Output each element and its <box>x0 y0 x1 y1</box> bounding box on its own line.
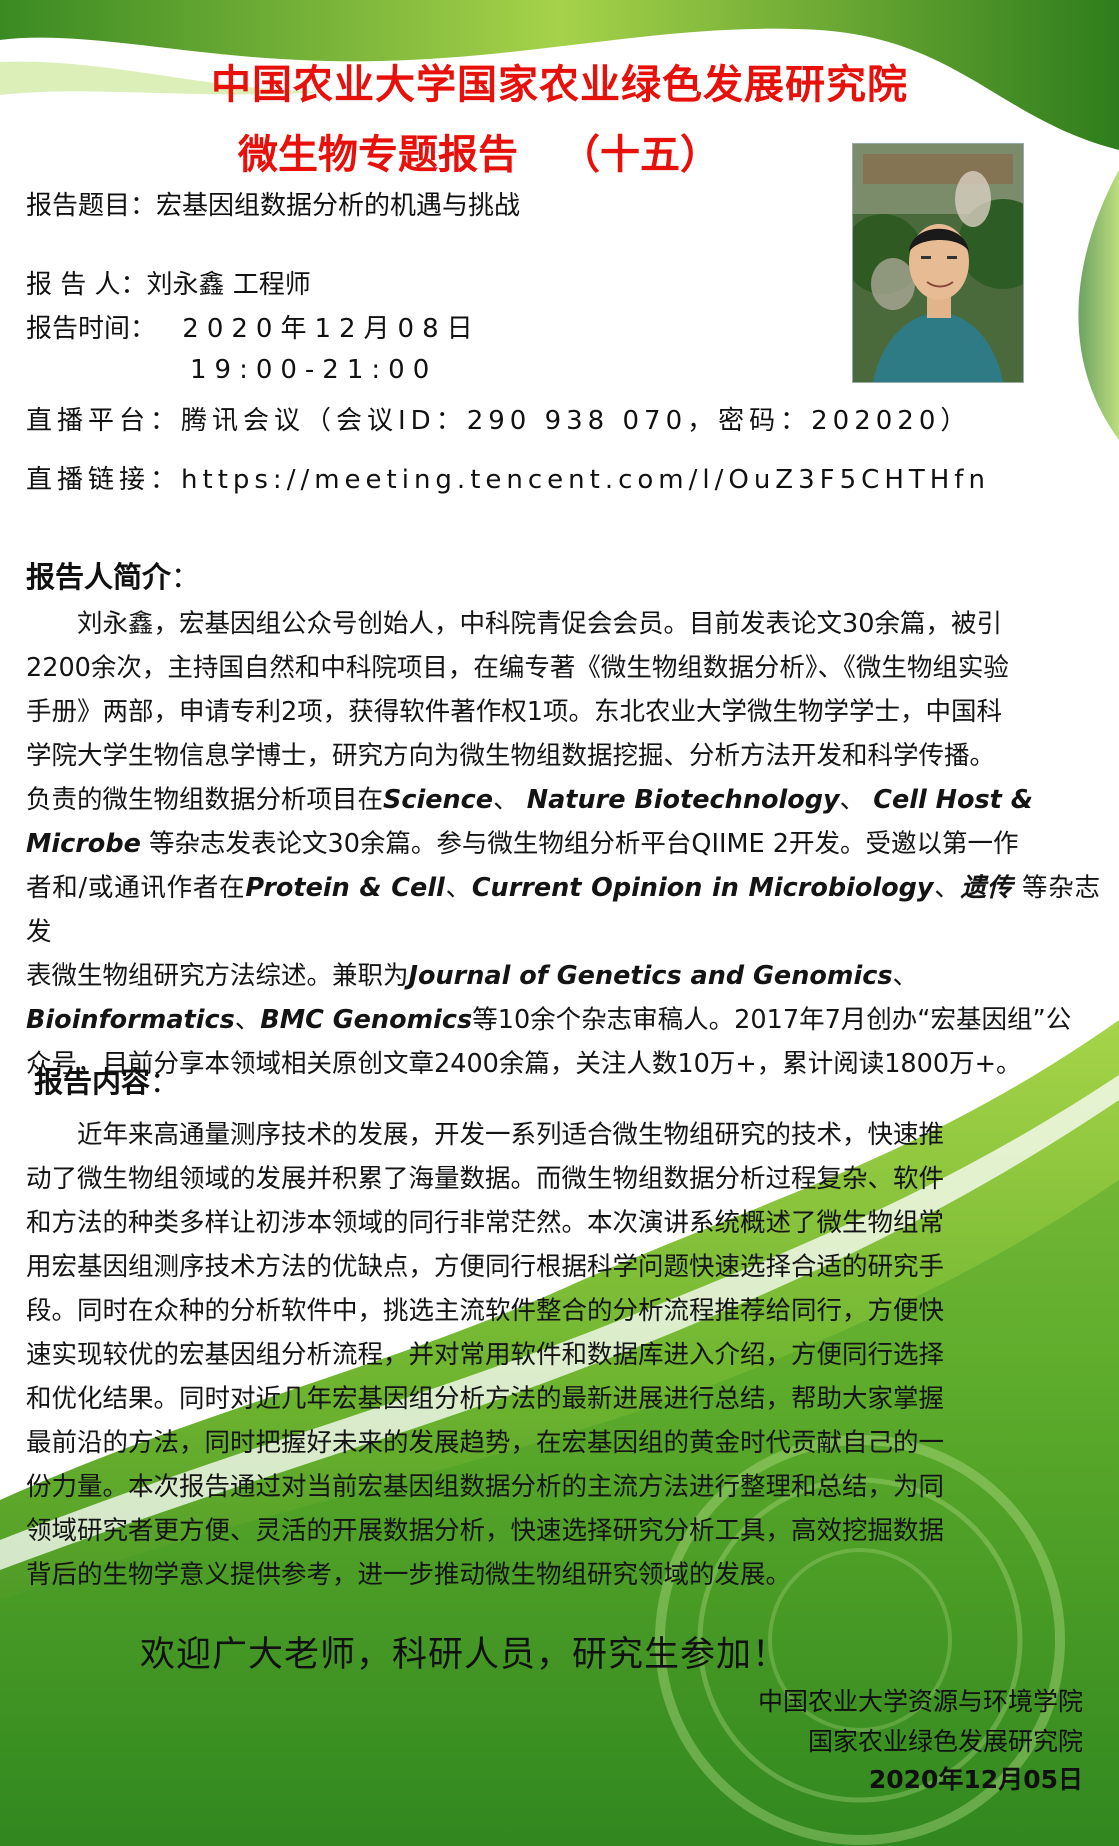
journal-bioinformatics: Bioinformatics <box>26 1005 235 1035</box>
bio-line-journals-3: 者和/或通讯作者在Protein & Cell、Current Opinion … <box>26 873 1100 947</box>
journal-protein-cell: Protein & Cell <box>245 873 445 903</box>
bio-line-journals-2: Microbe 等杂志发表论文30余篇。参与微生物组分析平台QIIME 2开发。… <box>26 829 1019 859</box>
meeting-link[interactable]: https://meeting.tencent.com/l/OuZ3F5CHTH… <box>181 465 990 495</box>
journal-jgg: Journal of Genetics and Genomics <box>408 961 893 991</box>
link-label: 直播链接： <box>26 465 182 495</box>
institute-title: 中国农业大学国家农业绿色发展研究院 <box>211 62 908 108</box>
speaker-label: 报 告 人： <box>26 270 147 300</box>
footer-date: 2020年12月05日 <box>868 1765 1083 1794</box>
speaker-row: 报 告 人：刘永鑫 工程师 <box>26 264 311 301</box>
platform-row: 直播平台：腾讯会议（会议ID：290 938 070，密码：202020） <box>26 400 971 437</box>
journal-microbe: Microbe <box>26 829 141 859</box>
link-row: 直播链接：https://meeting.tencent.com/l/OuZ3F… <box>26 459 990 496</box>
content-paragraph: 近年来高通量测序技术的发展，开发一系列适合微生物组研究的技术，快速推 动了微生物… <box>26 1120 945 1590</box>
report-series-name: 微生物专题报告 <box>238 132 518 178</box>
time-row: 报告时间： 2020年12月08日 <box>26 308 481 345</box>
bio-heading: 报告人简介： <box>26 560 201 594</box>
bio-paragraph: 刘永鑫，宏基因组公众号创始人，中科院青促会会员。目前发表论文30余篇，被引 22… <box>26 609 1100 1079</box>
speaker-photo <box>852 143 1024 383</box>
footer-org-2: 国家农业绿色发展研究院 <box>807 1727 1083 1756</box>
journal-science: Science <box>383 785 494 815</box>
topic-label: 报告题目： <box>26 191 157 221</box>
journal-nature-biotechnology: Nature Biotechnology <box>526 785 840 815</box>
journal-cell-host-microbe-part: Cell Host & <box>873 785 1033 815</box>
content-heading: 报告内容： <box>34 1065 180 1099</box>
journal-bmc-genomics: BMC Genomics <box>260 1005 473 1035</box>
topic-row: 报告题目：宏基因组数据分析的机遇与挑战 <box>26 185 520 222</box>
speaker-portrait-icon <box>853 144 1023 382</box>
journal-yichuan: 遗传 <box>960 873 1014 903</box>
bio-line-journals-4: 表微生物组研究方法综述。兼职为Journal of Genetics and G… <box>26 961 919 991</box>
platform-value: 腾讯会议（会议ID：290 938 070，密码：202020） <box>181 406 972 436</box>
platform-label: 直播平台： <box>26 406 182 436</box>
time-hours: 19:00-21:00 <box>190 355 438 385</box>
time-date: 2020年12月08日 <box>182 314 481 344</box>
report-series-number: （十五） <box>560 132 720 178</box>
topic-value: 宏基因组数据分析的机遇与挑战 <box>156 191 521 221</box>
welcome-message: 欢迎广大老师，科研人员，研究生参加！ <box>140 1635 789 1675</box>
time-label: 报告时间： <box>26 314 157 344</box>
bio-line-journals-1: 负责的微生物组数据分析项目在Science、 Nature Biotechnol… <box>26 785 1033 815</box>
poster-content: 中国农业大学国家农业绿色发展研究院 微生物专题报告 （十五） 报告题目：宏基因组数… <box>0 0 1119 1846</box>
report-series-title: 微生物专题报告 （十五） <box>238 122 720 180</box>
footer-org-1: 中国农业大学资源与环境学院 <box>757 1687 1083 1716</box>
bio-line-journals-5: Bioinformatics、BMC Genomics等10余个杂志审稿人。20… <box>26 1005 1072 1035</box>
speaker-value: 刘永鑫 工程师 <box>146 270 311 300</box>
journal-current-opinion: Current Opinion in Microbiology <box>471 873 934 903</box>
